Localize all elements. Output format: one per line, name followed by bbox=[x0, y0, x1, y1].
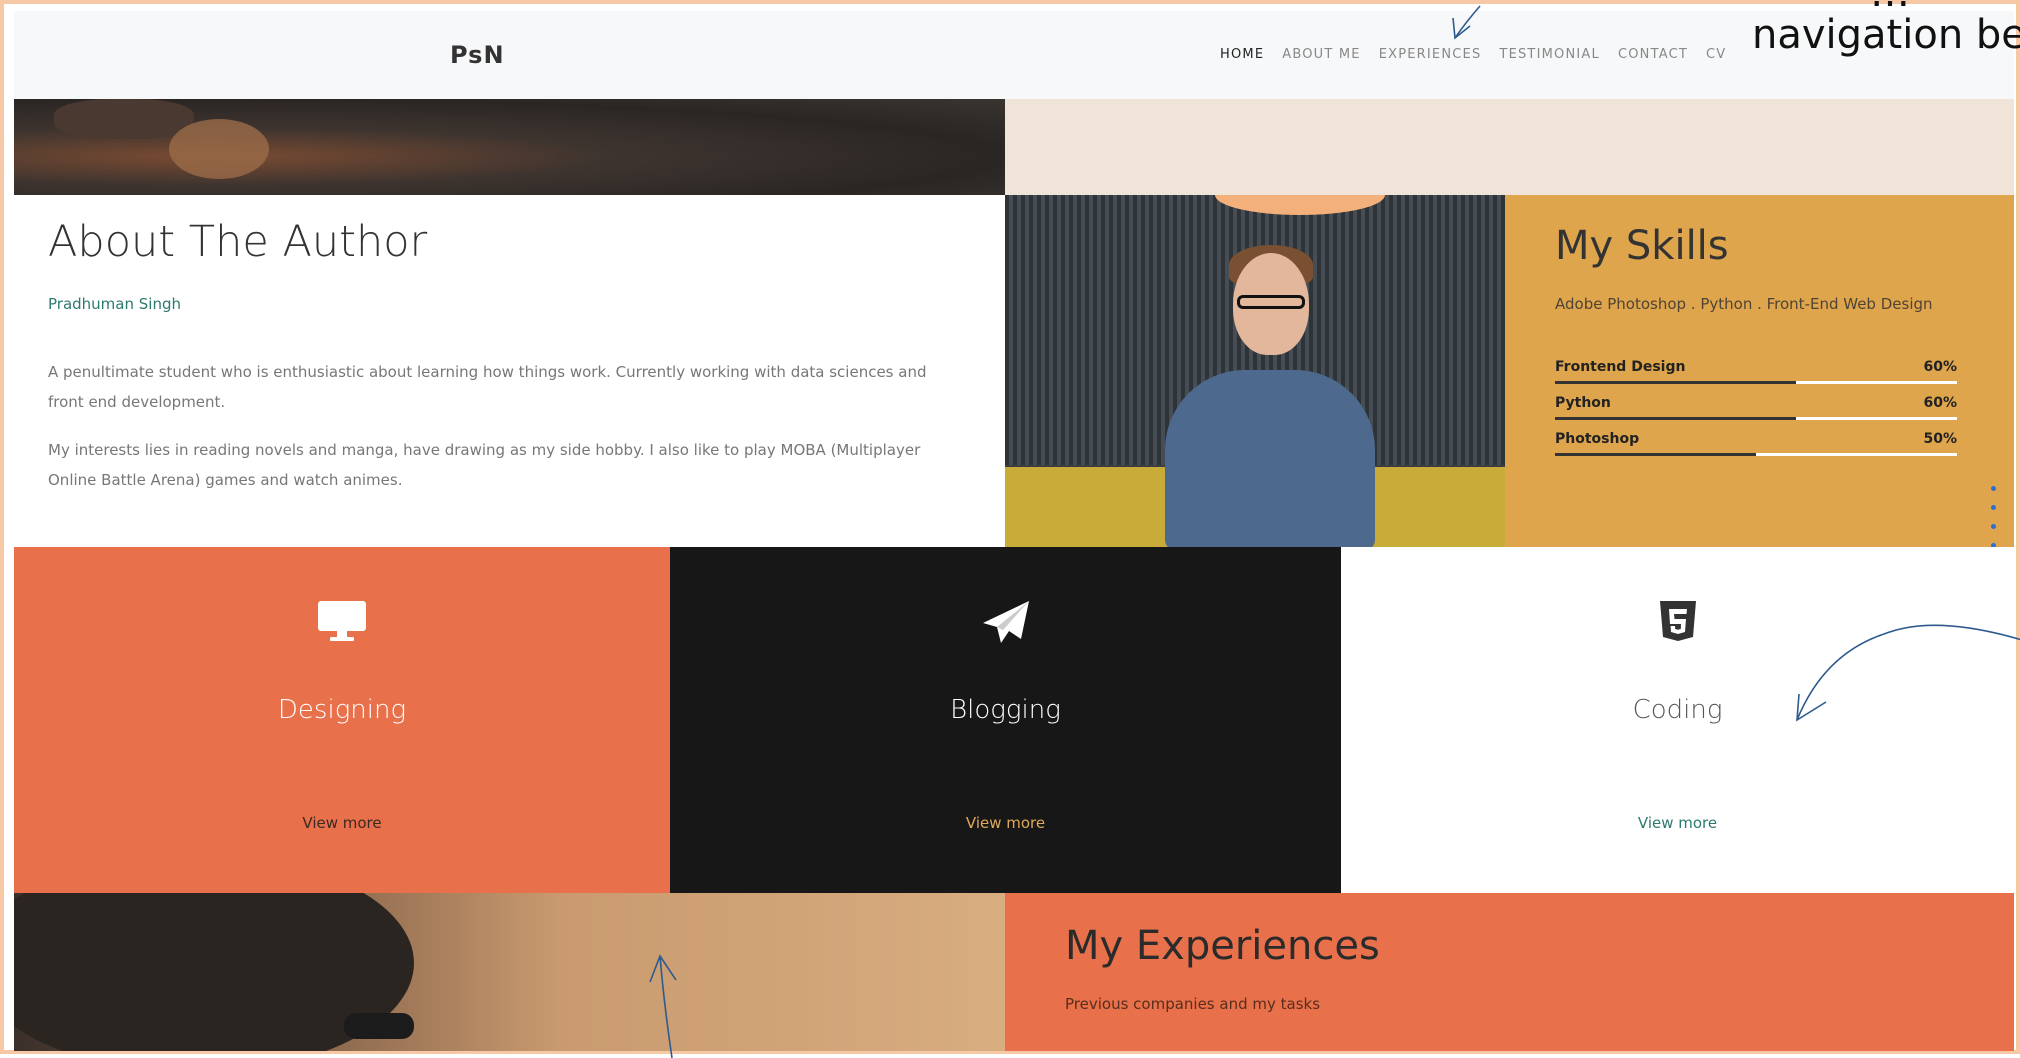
about-title: About The Author bbox=[48, 217, 428, 267]
skill-row: Frontend Design 60% bbox=[1555, 359, 1957, 395]
service-title: Coding bbox=[1632, 695, 1723, 725]
skill-row: Python 60% bbox=[1555, 395, 1957, 431]
skills-title: My Skills bbox=[1555, 223, 1729, 269]
about-paragraph-2: My interests lies in reading novels and … bbox=[48, 441, 921, 489]
view-more-link[interactable]: View more bbox=[1341, 814, 2014, 832]
skill-bar bbox=[1555, 453, 1957, 456]
experiences-section: My Experiences Previous companies and my… bbox=[1005, 893, 2014, 1051]
experiences-image bbox=[14, 893, 1005, 1051]
author-name: Pradhuman Singh bbox=[48, 295, 181, 313]
skill-percent: 60% bbox=[1923, 359, 1957, 375]
hero-color-strip bbox=[1005, 99, 2014, 195]
html5-icon bbox=[1658, 599, 1698, 647]
dot-nav-item[interactable] bbox=[1991, 486, 1996, 491]
nav-home[interactable]: HOME bbox=[1220, 47, 1264, 62]
annotation-text: navigation be bbox=[1752, 12, 2020, 58]
skill-bar bbox=[1555, 417, 1957, 420]
skill-bar bbox=[1555, 381, 1957, 384]
view-more-link[interactable]: View more bbox=[14, 814, 670, 832]
dot-nav-item[interactable] bbox=[1991, 524, 1996, 529]
about-paragraph-1: A penultimate student who is enthusiasti… bbox=[48, 363, 927, 411]
service-title: Blogging bbox=[950, 695, 1061, 725]
paper-plane-icon bbox=[981, 599, 1031, 651]
skill-percent: 50% bbox=[1923, 431, 1957, 447]
nav-contact[interactable]: CONTACT bbox=[1618, 47, 1688, 62]
skill-bar-fill bbox=[1555, 381, 1797, 384]
nav-testimonial[interactable]: TESTIMONIAL bbox=[1499, 47, 1600, 62]
service-coding: Coding View more bbox=[1341, 547, 2014, 893]
nav-about-me[interactable]: ABOUT ME bbox=[1282, 47, 1360, 62]
service-title: Designing bbox=[277, 695, 407, 725]
experiences-subtitle: Previous companies and my tasks bbox=[1065, 995, 1321, 1013]
author-photo bbox=[1005, 195, 1505, 547]
skill-list: Frontend Design 60% Python 60% Photoshop… bbox=[1555, 359, 1957, 467]
hero-image-strip bbox=[14, 99, 1005, 195]
page: PsN HOME ABOUT ME EXPERIENCES TESTIMONIA… bbox=[14, 11, 2014, 1051]
view-more-link[interactable]: View more bbox=[670, 814, 1341, 832]
monitor-icon bbox=[316, 599, 368, 647]
skills-subtitle: Adobe Photoshop . Python . Front-End Web… bbox=[1555, 295, 1933, 313]
skill-row: Photoshop 50% bbox=[1555, 431, 1957, 467]
skill-name: Frontend Design bbox=[1555, 359, 1686, 375]
logo[interactable]: PsN bbox=[450, 41, 505, 69]
skill-name: Photoshop bbox=[1555, 431, 1640, 447]
dot-nav-item[interactable] bbox=[1991, 505, 1996, 510]
skill-name: Python bbox=[1555, 395, 1611, 411]
service-designing: Designing View more bbox=[14, 547, 670, 893]
about-section: About The Author Pradhuman Singh A penul… bbox=[14, 195, 1005, 547]
nav-experiences[interactable]: EXPERIENCES bbox=[1379, 47, 1482, 62]
skill-percent: 60% bbox=[1923, 395, 1957, 411]
main-nav: HOME ABOUT ME EXPERIENCES TESTIMONIAL CO… bbox=[1220, 47, 1726, 62]
top-navbar: PsN HOME ABOUT ME EXPERIENCES TESTIMONIA… bbox=[14, 11, 2014, 99]
nav-cv[interactable]: CV bbox=[1706, 47, 1726, 62]
skill-bar-fill bbox=[1555, 453, 1756, 456]
service-blogging: Blogging View more bbox=[670, 547, 1341, 893]
skills-section: My Skills Adobe Photoshop . Python . Fro… bbox=[1505, 195, 2014, 547]
skill-bar-fill bbox=[1555, 417, 1797, 420]
experiences-title: My Experiences bbox=[1065, 923, 1380, 969]
